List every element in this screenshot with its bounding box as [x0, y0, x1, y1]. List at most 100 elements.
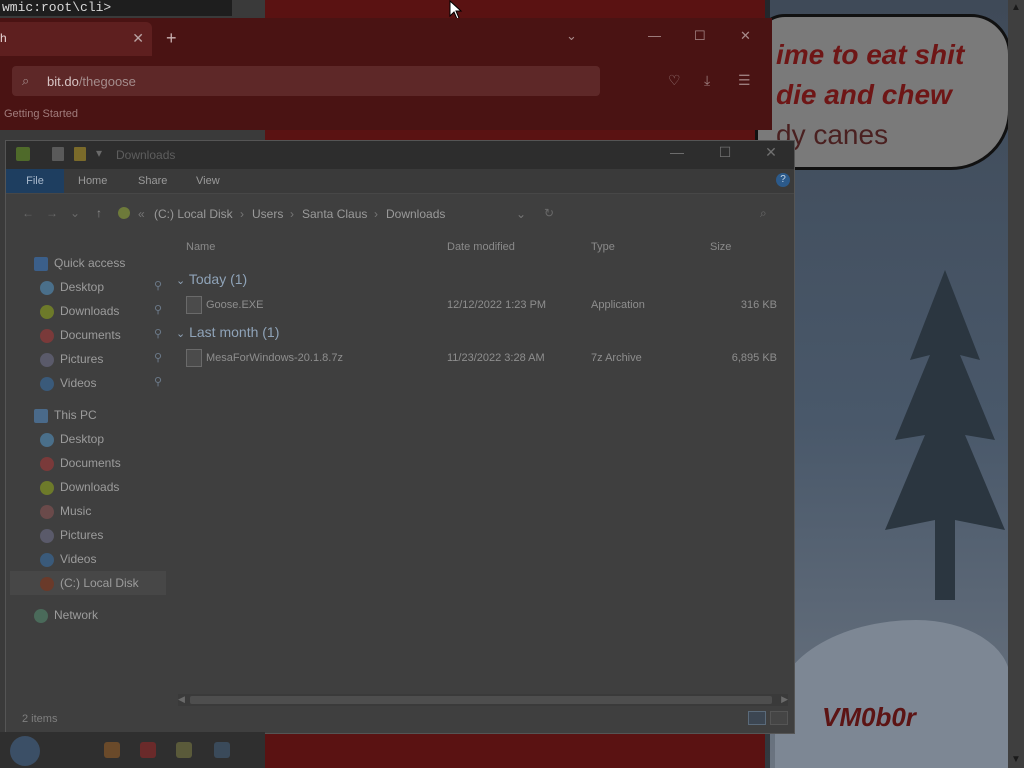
nav-quick-access[interactable]: Quick access [34, 251, 125, 275]
maximize-icon[interactable]: ☐ [710, 144, 740, 161]
drive-icon [40, 576, 54, 591]
music-icon [40, 504, 54, 519]
pin-icon[interactable]: ⚲ [154, 351, 162, 364]
window-title: Downloads [116, 148, 176, 162]
nav-network[interactable]: Network [34, 603, 98, 627]
refresh-icon[interactable]: ↻ [544, 206, 554, 220]
help-icon[interactable]: ? [776, 173, 790, 187]
nav-qa-downloads[interactable]: Downloads [40, 299, 119, 323]
address-dropdown-icon[interactable]: ⌄ [516, 207, 526, 221]
close-tab-icon[interactable]: ✕ [132, 30, 144, 47]
media-taskbar-icon[interactable] [140, 742, 156, 758]
file-name: MesaForWindows-20.1.8.7z [206, 352, 343, 364]
pin-icon[interactable]: ⚲ [154, 279, 162, 292]
file-date: 11/23/2022 3:28 AM [447, 352, 545, 364]
address-toolbar: ← → ⌄ ↑ « (C:) Local Disk › Users › Sant… [6, 197, 794, 229]
file-explorer-window: ▾ Downloads — ☐ ✕ File Home Share View ?… [5, 140, 795, 734]
forward-arrow-icon[interactable]: → [46, 206, 58, 220]
explorer-titlebar[interactable]: ▾ Downloads — ☐ ✕ [6, 141, 794, 169]
nav-pc-documents[interactable]: Documents [40, 451, 121, 475]
minimize-icon[interactable]: — [662, 144, 692, 160]
file-row[interactable]: Goose.EXE 12/12/2022 1:23 PM Application… [186, 296, 781, 316]
scroll-thumb[interactable] [190, 696, 772, 704]
scroll-right-arrow-icon[interactable]: ▶ [781, 694, 788, 705]
tab-view[interactable]: View [196, 175, 220, 187]
properties-icon[interactable] [52, 147, 64, 161]
up-arrow-icon[interactable]: ↑ [96, 206, 102, 220]
pictures-icon [40, 352, 54, 367]
tab-home[interactable]: Home [78, 175, 107, 187]
documents-icon [40, 456, 54, 471]
scroll-up-arrow-icon[interactable]: ▲ [1008, 0, 1024, 16]
column-size[interactable]: Size [710, 241, 731, 253]
browser-tab[interactable]: h ✕ [0, 22, 152, 56]
address-bar[interactable]: ⌕ bit.do/thegoose [12, 66, 600, 96]
nav-this-pc[interactable]: This PC [34, 403, 97, 427]
right-scrollbar[interactable]: ▲ ▼ [1008, 0, 1024, 768]
download-icon[interactable]: ⤓ [704, 72, 710, 89]
tab-file[interactable]: File [6, 169, 64, 193]
file-date: 12/12/2022 1:23 PM [447, 299, 547, 311]
breadcrumb[interactable]: « (C:) Local Disk › Users › Santa Claus … [112, 197, 532, 229]
scroll-left-arrow-icon[interactable]: ◀ [178, 694, 185, 705]
chevron-down-icon: ⌄ [176, 328, 186, 340]
back-arrow-icon[interactable]: ← [22, 206, 34, 220]
large-icons-view-icon[interactable] [770, 711, 788, 725]
start-button-icon[interactable] [10, 736, 40, 766]
nav-pc-music[interactable]: Music [40, 499, 91, 523]
maximize-icon[interactable]: ☐ [694, 28, 706, 44]
nav-pc-desktop[interactable]: Desktop [40, 427, 104, 451]
file-row[interactable]: MesaForWindows-20.1.8.7z 11/23/2022 3:28… [186, 349, 781, 369]
minimize-icon[interactable]: — [648, 28, 661, 43]
downloads-icon [40, 480, 54, 495]
breadcrumb-overflow[interactable]: « [138, 207, 145, 221]
application-icon [186, 296, 202, 314]
store-taskbar-icon[interactable] [176, 742, 192, 758]
group-header-last-month[interactable]: ⌄ Last month (1) [176, 324, 279, 340]
pin-icon[interactable]: ⚲ [154, 303, 162, 316]
bookmark-getting-started[interactable]: Getting Started [4, 108, 78, 120]
archive-icon [186, 349, 202, 367]
nav-pc-downloads[interactable]: Downloads [40, 475, 119, 499]
close-window-icon[interactable]: ✕ [756, 144, 786, 161]
pocket-icon[interactable]: ♡ [668, 72, 681, 89]
videos-icon [40, 376, 54, 391]
nav-pc-pictures[interactable]: Pictures [40, 523, 103, 547]
nav-qa-pictures[interactable]: Pictures [40, 347, 103, 371]
column-type[interactable]: Type [591, 241, 615, 253]
qat-dropdown-icon[interactable]: ▾ [96, 146, 102, 160]
terminal-prompt[interactable]: wmic:root\cli> [0, 0, 232, 16]
new-folder-icon[interactable] [74, 147, 86, 161]
nav-qa-videos[interactable]: Videos [40, 371, 96, 395]
file-size: 316 KB [740, 299, 777, 311]
mouse-cursor-icon [449, 0, 463, 20]
pin-icon[interactable]: ⚲ [154, 375, 162, 388]
breadcrumb-users[interactable]: Users [252, 207, 283, 221]
menu-icon[interactable]: ☰ [738, 72, 751, 89]
column-date-modified[interactable]: Date modified [447, 241, 515, 253]
horizontal-scrollbar[interactable]: ◀ ▶ [178, 694, 788, 706]
breadcrumb-separator-icon: › [290, 207, 294, 221]
new-tab-icon[interactable]: + [166, 28, 177, 49]
breadcrumb-santa-claus[interactable]: Santa Claus [302, 207, 367, 221]
close-window-icon[interactable]: ✕ [740, 28, 751, 44]
tab-share[interactable]: Share [138, 175, 167, 187]
nav-pc-local-disk[interactable]: (C:) Local Disk [10, 571, 166, 595]
browser-taskbar-icon[interactable] [104, 742, 120, 758]
pin-icon[interactable]: ⚲ [154, 327, 162, 340]
explorer-taskbar-icon[interactable] [214, 742, 230, 758]
column-name[interactable]: Name [186, 241, 215, 253]
tab-list-chevron-icon[interactable]: ⌄ [566, 28, 577, 44]
breadcrumb-downloads[interactable]: Downloads [386, 207, 445, 221]
recent-chevron-icon[interactable]: ⌄ [70, 206, 80, 220]
nav-qa-documents[interactable]: Documents [40, 323, 121, 347]
scroll-down-arrow-icon[interactable]: ▼ [1008, 752, 1024, 768]
details-view-icon[interactable] [748, 711, 766, 725]
nav-pc-videos[interactable]: Videos [40, 547, 96, 571]
group-header-today[interactable]: ⌄ Today (1) [176, 271, 247, 287]
file-type: Application [591, 299, 645, 311]
breadcrumb-local-disk[interactable]: (C:) Local Disk [154, 207, 233, 221]
taskbar [0, 732, 265, 768]
nav-qa-desktop[interactable]: Desktop [40, 275, 104, 299]
search-icon[interactable]: ⌕ [760, 206, 767, 221]
